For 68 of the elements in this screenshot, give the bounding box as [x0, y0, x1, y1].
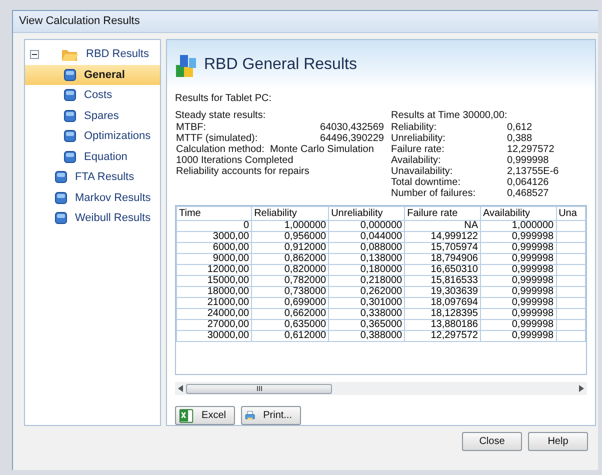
metric-label: MTTF (simulated): [176, 133, 259, 144]
horizontal-scrollbar[interactable] [175, 382, 587, 395]
print-button[interactable]: Print... [241, 406, 301, 425]
metric-value: 64030,432569 [319, 122, 384, 133]
column-header[interactable]: Failure rate [404, 206, 480, 220]
node-icon [55, 171, 67, 184]
node-icon [64, 68, 76, 81]
node-icon [64, 89, 76, 102]
column-header[interactable]: Reliability [252, 206, 329, 220]
window-title: View Calculation Results [13, 11, 598, 33]
tree-item[interactable]: Spares [25, 106, 160, 126]
dialog-button[interactable]: Close [462, 432, 522, 451]
column-header[interactable]: Una [556, 206, 586, 220]
column-header[interactable]: Unreliability [328, 206, 405, 220]
metric-label: Availability: [391, 155, 442, 166]
metric-value: 0,612 [507, 122, 534, 133]
node-icon [64, 150, 76, 163]
note-text: 1000 Iterations Completed [176, 155, 294, 166]
metric-value: 0,064126 [507, 177, 550, 188]
metric-label: Unreliability: [391, 133, 446, 144]
tree-item[interactable]: Costs [25, 85, 160, 106]
tree-item-label: Optimizations [83, 129, 152, 144]
scroll-left-icon[interactable] [178, 385, 183, 392]
metric-value: 64496,390229 [319, 133, 384, 144]
metric-value: 12,297572 [507, 144, 556, 155]
node-icon [64, 130, 76, 142]
tree-item[interactable]: Optimizations [25, 126, 160, 146]
tree-item[interactable]: Weibull Results [25, 208, 160, 228]
scroll-right-icon[interactable] [579, 385, 584, 392]
dialog-button[interactable]: Help [528, 432, 588, 451]
metric-label: MTBF: [176, 122, 206, 133]
spreadsheet-icon [179, 408, 194, 424]
scroll-thumb[interactable] [186, 384, 332, 394]
section-heading: Results at Time 30000,00: [391, 110, 508, 121]
metric-label: Total downtime: [391, 177, 462, 188]
tree-item-label: Markov Results [74, 190, 152, 205]
tree-item-label: Weibull Results [74, 211, 152, 226]
tree-item-label: Costs [83, 88, 114, 102]
tree-item-label: General [83, 68, 126, 82]
tree-item-label: FTA Results [74, 170, 136, 184]
metric-label: Unavailability: [391, 166, 454, 177]
metric-value: 0,999998 [507, 155, 550, 166]
column-header[interactable]: Time [176, 206, 252, 220]
metric-value: 0,388 [507, 133, 534, 144]
node-icon [55, 212, 67, 224]
metric-label: Failure rate: [391, 144, 446, 155]
metric-value: 2,13755E-6 [507, 166, 560, 177]
tree-item-label: Spares [83, 108, 120, 123]
tree-item[interactable]: General [25, 64, 160, 85]
node-icon [55, 192, 67, 204]
subject-text: Results for Tablet PC: [175, 93, 273, 104]
section-heading: Steady state results: [175, 110, 267, 121]
metric-label: Number of failures: [391, 188, 476, 199]
tree-item-label: RBD Results [85, 47, 150, 62]
panel-title: RBD General Results [204, 56, 357, 74]
note-text: Calculation method: Monte Carlo Simulation [176, 144, 375, 155]
tree-item[interactable]: FTA Results [25, 167, 160, 188]
metric-label: Reliability: [391, 122, 438, 133]
tree-item[interactable]: Equation [25, 146, 160, 167]
note-text: Reliability accounts for repairs [176, 166, 310, 177]
column-header[interactable]: Availability [480, 206, 556, 220]
excel-button[interactable]: Excel [175, 406, 235, 425]
tree-item-label: Equation [83, 150, 128, 164]
node-icon [64, 110, 76, 122]
tree-item[interactable]: Markov Results [25, 188, 160, 208]
collapse-icon[interactable] [30, 50, 39, 59]
tree-item[interactable]: RBD Results [25, 44, 160, 64]
metric-value: 0,468527 [507, 188, 550, 199]
